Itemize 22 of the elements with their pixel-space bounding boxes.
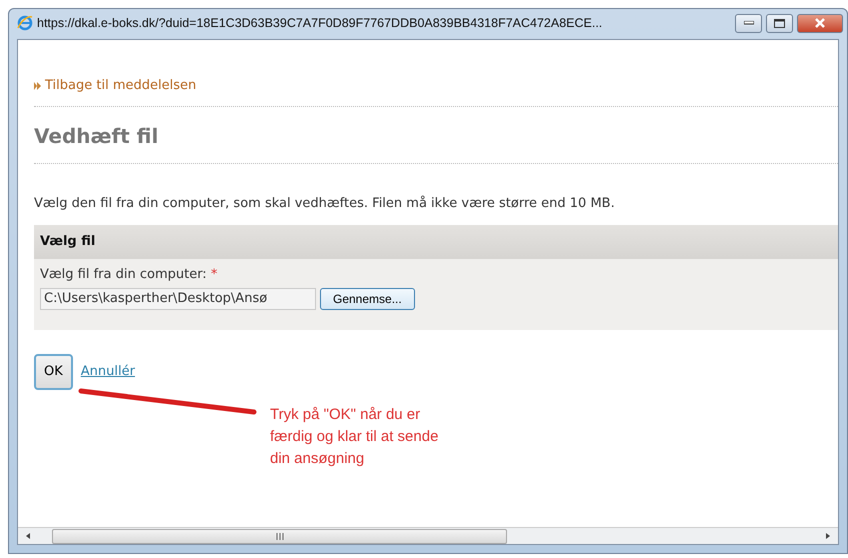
close-icon [814, 18, 826, 28]
scrollbar-thumb[interactable] [52, 528, 507, 544]
minimize-icon [744, 21, 754, 25]
annotation-text: Tryk på "OK" når du er færdig og klar til at sende din ansøgning [270, 405, 440, 469]
browse-button[interactable]: Gennemse... [320, 288, 415, 310]
close-button[interactable] [797, 14, 843, 32]
page-heading: Vedhæft fil [34, 122, 160, 150]
ok-button[interactable]: OK [34, 354, 73, 390]
maximize-button[interactable] [766, 14, 793, 32]
grip-icon [276, 532, 284, 540]
cancel-link[interactable]: Annullér [80, 362, 135, 382]
panel-header: Vælg fil [34, 225, 838, 258]
instruction-text: Vælg den fil fra din computer, som skal vedhæftes. Filen må ikke være større end 10 MB. [34, 194, 616, 212]
required-mark: * [210, 266, 218, 282]
minimize-button[interactable] [735, 14, 762, 32]
maximize-icon [774, 18, 785, 28]
browser-icon [17, 15, 33, 31]
file-path-field[interactable]: C:\Users\kasperther\Desktop\Ansø [40, 288, 316, 310]
window-title: https://dkal.e-boks.dk/?duid=18E1C3D63B39C7A7F0D89F7767DDB0A839BB4318F7AC472A8ECE... [37, 14, 604, 32]
field-label: Vælg fil fra din computer: [40, 266, 207, 282]
back-link[interactable]: Tilbage til meddelelsen [34, 76, 196, 96]
bullet-icon [34, 82, 41, 90]
